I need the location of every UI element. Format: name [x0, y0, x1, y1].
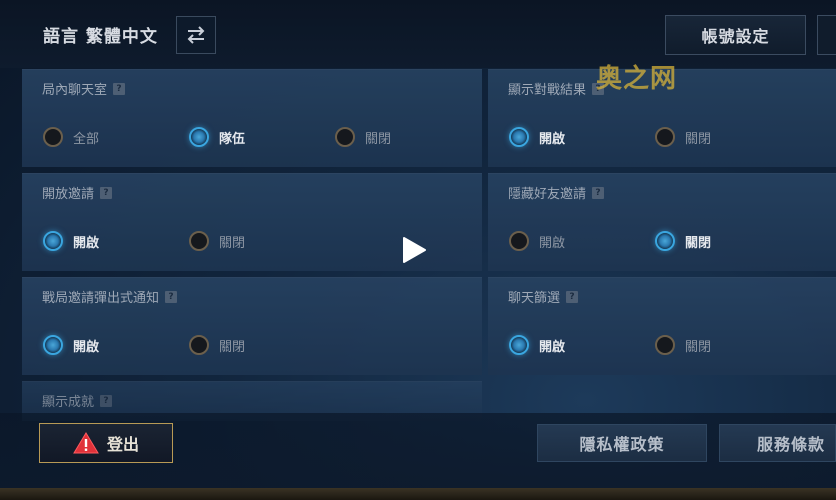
more-button[interactable] — [817, 15, 836, 55]
terms-of-service-button[interactable]: 服務條款 — [719, 424, 836, 462]
panel-title: 開放邀請 ? — [42, 183, 113, 202]
option-label: 開啟 — [539, 339, 566, 355]
option-label: 開啟 — [539, 235, 566, 251]
radio-button[interactable] — [655, 127, 675, 147]
radio-button[interactable] — [189, 231, 209, 251]
setting-panel-chat-filter: 聊天篩選 ? 開啟 關閉 — [488, 277, 836, 375]
warning-icon — [73, 432, 99, 454]
panel-title-text: 聊天篩選 — [508, 291, 561, 306]
radio-button[interactable] — [189, 335, 209, 355]
option-off[interactable]: 關閉 — [655, 127, 711, 147]
radio-button-selected[interactable] — [189, 127, 209, 147]
radio-button[interactable] — [655, 335, 675, 355]
help-icon[interactable]: ? — [100, 186, 113, 199]
panel-title-text: 戰局邀請彈出式通知 — [42, 291, 160, 306]
option-off[interactable]: 關閉 — [189, 335, 245, 355]
play-icon[interactable] — [400, 236, 428, 264]
watermark-logo: 奥之网 — [596, 64, 678, 94]
option-label: 關閉 — [219, 339, 246, 355]
option-label: 關閉 — [219, 235, 246, 251]
help-icon[interactable]: ? — [100, 394, 113, 407]
swap-arrows-icon — [187, 26, 205, 44]
help-icon[interactable]: ? — [592, 186, 605, 199]
radio-button-selected[interactable] — [43, 335, 63, 355]
panel-title-text: 局內聊天室 — [42, 83, 108, 98]
option-on[interactable]: 開啟 — [509, 127, 565, 147]
panel-title-text: 顯示對戰結果 — [508, 83, 587, 98]
option-team[interactable]: 隊伍 — [189, 127, 245, 147]
option-label: 開啟 — [73, 235, 100, 251]
radio-button-selected[interactable] — [509, 127, 529, 147]
option-label: 關閉 — [365, 131, 392, 147]
language-switch-button[interactable] — [176, 16, 216, 54]
setting-panel-match-invite-popup: 戰局邀請彈出式通知 ? 開啟 關閉 — [22, 277, 482, 375]
setting-panel-ingame-chat: 局內聊天室 ? 全部 隊伍 關閉 — [22, 69, 482, 167]
panel-title: 顯示對戰結果 ? — [508, 79, 605, 98]
panel-title-text: 顯示成就 — [42, 395, 95, 410]
logout-button[interactable]: 登出 — [39, 423, 173, 463]
option-off[interactable]: 關閉 — [189, 231, 245, 251]
option-off[interactable]: 關閉 — [655, 335, 711, 355]
radio-button-selected[interactable] — [509, 335, 529, 355]
option-on[interactable]: 開啟 — [509, 335, 565, 355]
option-on[interactable]: 開啟 — [509, 231, 565, 251]
radio-button[interactable] — [335, 127, 355, 147]
panel-title: 隱藏好友邀請 ? — [508, 183, 605, 202]
logout-label: 登出 — [106, 435, 139, 454]
option-label: 開啟 — [539, 131, 566, 147]
account-settings-button[interactable]: 帳號設定 — [665, 15, 806, 55]
radio-button-selected[interactable] — [43, 231, 63, 251]
option-label: 全部 — [73, 131, 100, 147]
option-label: 關閉 — [685, 339, 712, 355]
radio-button[interactable] — [509, 231, 529, 251]
help-icon[interactable]: ? — [113, 82, 126, 95]
panel-title: 聊天篩選 ? — [508, 287, 579, 306]
option-on[interactable]: 開啟 — [43, 231, 99, 251]
option-on[interactable]: 開啟 — [43, 335, 99, 355]
language-label: 語言 繁體中文 — [43, 27, 158, 47]
option-label: 開啟 — [73, 339, 100, 355]
radio-button[interactable] — [43, 127, 63, 147]
panel-title: 戰局邀請彈出式通知 ? — [42, 287, 178, 306]
radio-button-selected[interactable] — [655, 231, 675, 251]
bottom-edge-strip — [0, 488, 836, 500]
help-icon[interactable]: ? — [566, 290, 579, 303]
help-icon[interactable]: ? — [165, 290, 178, 303]
option-off[interactable]: 關閉 — [655, 231, 711, 251]
panel-title-text: 隱藏好友邀請 — [508, 187, 587, 202]
option-label: 關閉 — [685, 131, 712, 147]
option-label: 隊伍 — [219, 131, 246, 147]
setting-panel-hide-friend-invites: 隱藏好友邀請 ? 開啟 關閉 — [488, 173, 836, 271]
option-off[interactable]: 關閉 — [335, 127, 391, 147]
option-label: 關閉 — [685, 235, 712, 251]
panel-title: 局內聊天室 ? — [42, 79, 126, 98]
panel-title-text: 開放邀請 — [42, 187, 95, 202]
option-all[interactable]: 全部 — [43, 127, 99, 147]
privacy-policy-button[interactable]: 隱私權政策 — [537, 424, 707, 462]
panel-title: 顯示成就 ? — [42, 391, 113, 410]
